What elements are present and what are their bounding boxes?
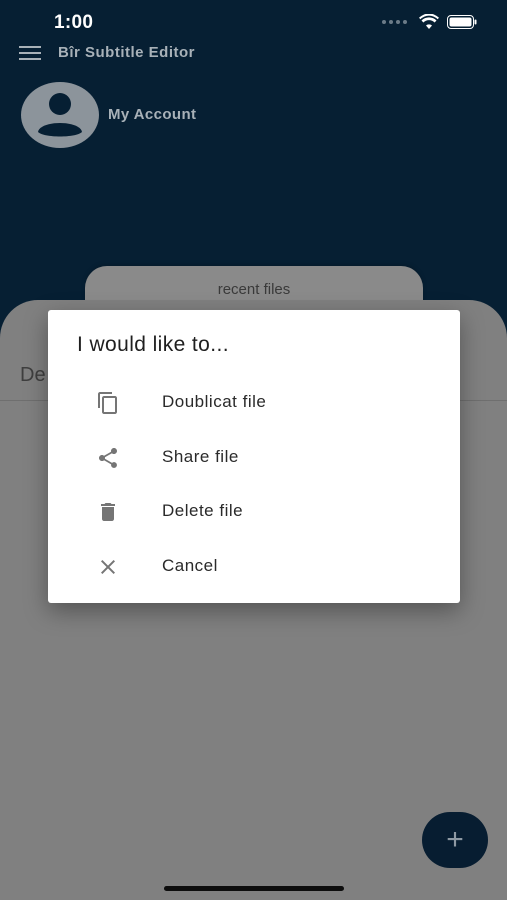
trash-icon xyxy=(96,500,120,524)
duplicate-file-option[interactable]: Doublicat file xyxy=(48,376,460,430)
action-dialog: I would like to... Doublicat file Share … xyxy=(48,310,460,603)
close-icon xyxy=(96,555,120,579)
status-icons xyxy=(382,14,477,30)
copy-icon xyxy=(96,391,120,415)
dialog-title: I would like to... xyxy=(77,333,229,356)
tab-recent-files-label: recent files xyxy=(217,281,291,298)
status-time: 1:00 xyxy=(54,12,94,33)
delete-file-label: Delete file xyxy=(162,501,244,520)
battery-icon xyxy=(447,15,477,29)
delete-file-option[interactable]: Delete file xyxy=(48,485,460,539)
status-bar: 1:00 xyxy=(0,0,507,46)
plus-icon: + xyxy=(446,823,464,856)
cancel-option[interactable]: Cancel xyxy=(48,540,460,594)
cancel-label: Cancel xyxy=(162,556,218,575)
share-file-option[interactable]: Share file xyxy=(48,431,460,485)
cellular-signal-icon xyxy=(382,20,407,24)
content-section-label: De xyxy=(20,364,46,386)
account-label[interactable]: My Account xyxy=(108,106,196,123)
add-file-button[interactable]: + xyxy=(422,812,488,868)
share-icon xyxy=(96,446,120,470)
duplicate-file-label: Doublicat file xyxy=(162,392,267,411)
share-file-label: Share file xyxy=(162,447,239,466)
app-title: Bîr Subtitle Editor xyxy=(58,44,195,61)
avatar-icon[interactable] xyxy=(20,82,100,148)
home-indicator[interactable] xyxy=(164,886,344,891)
wifi-icon xyxy=(419,14,439,29)
hamburger-menu-icon[interactable] xyxy=(18,44,42,62)
